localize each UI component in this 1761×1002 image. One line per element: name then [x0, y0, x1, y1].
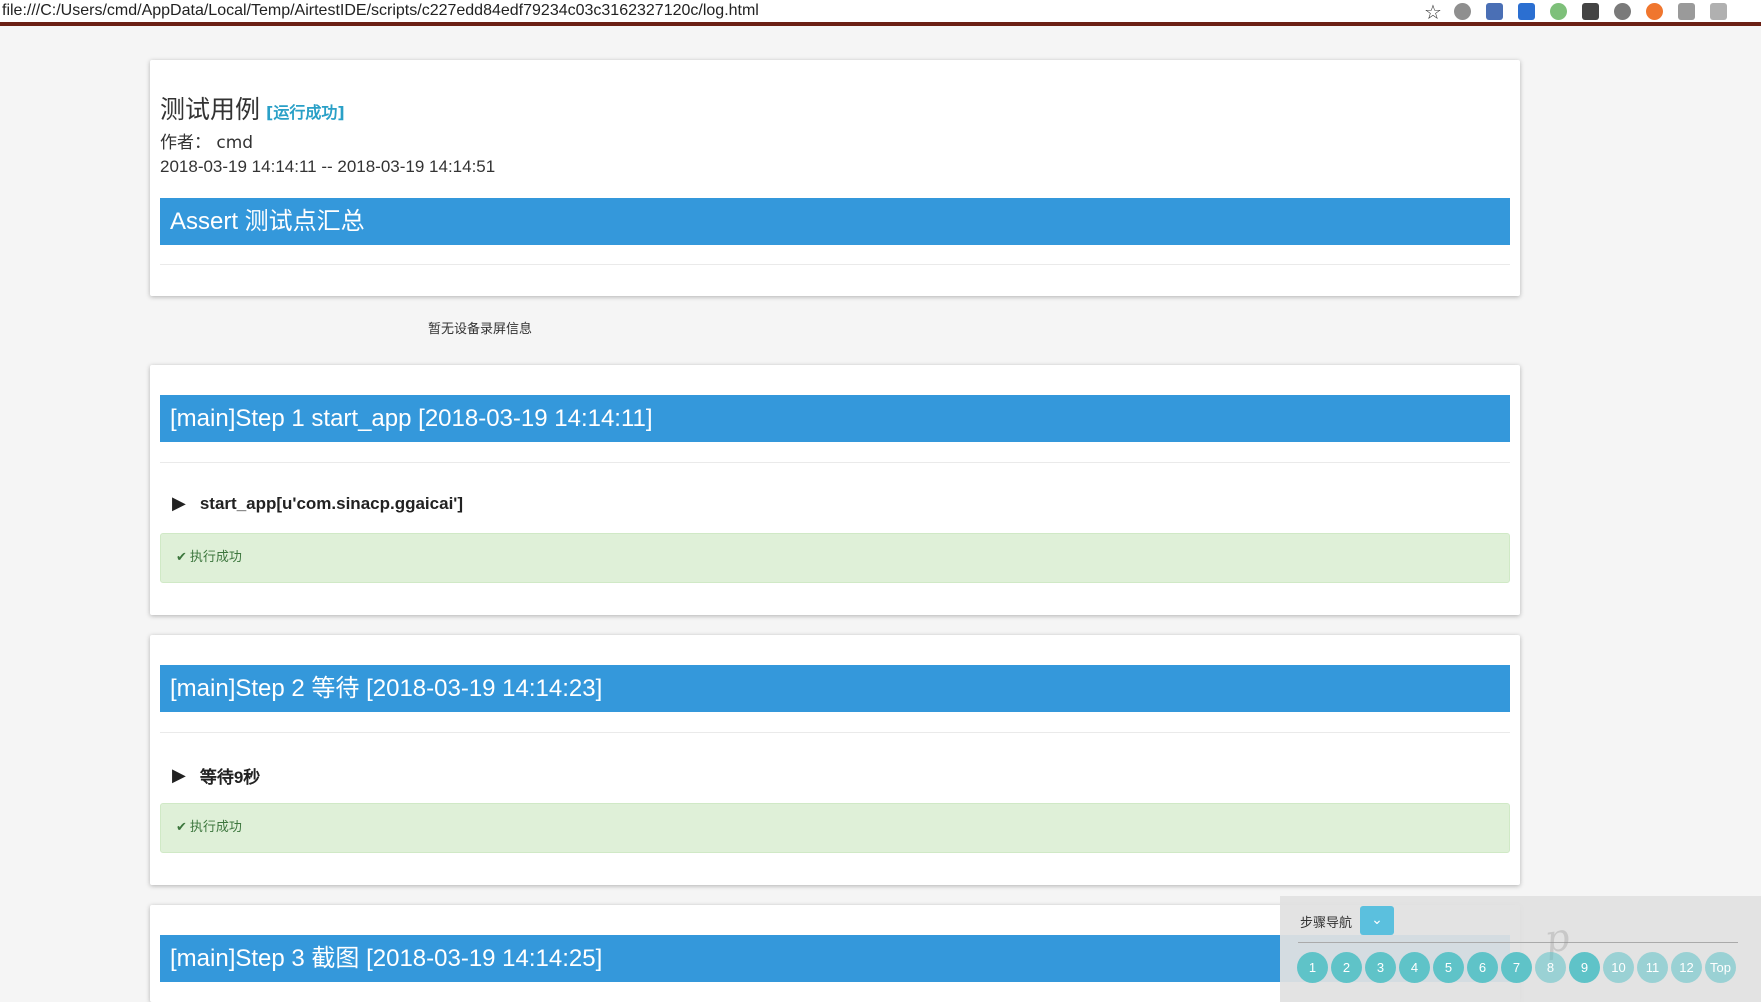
star-icon[interactable]: ☆ — [1424, 0, 1442, 24]
page-title: 测试用例 [运行成功] — [160, 90, 345, 126]
ext-blue-icon[interactable] — [1486, 3, 1503, 20]
success-text: 执行成功 — [189, 820, 242, 835]
nav-step-5[interactable]: 5 — [1433, 952, 1464, 983]
ext-glasses-icon[interactable] — [1582, 3, 1599, 20]
check-icon: ✔ — [176, 820, 187, 835]
nav-step-8[interactable]: 8 — [1535, 952, 1566, 983]
play-triangle-icon: ▶ — [172, 765, 186, 785]
nav-step-3[interactable]: 3 — [1365, 952, 1396, 983]
play-triangle-icon: ▶ — [172, 493, 186, 513]
step-panel-2: [main]Step 2 等待 [2018-03-19 14:14:23] ▶ … — [150, 635, 1520, 885]
step-navigator: 步骤导航 ⌄ p 1 2 3 4 5 6 7 8 9 10 11 12 Top — [1280, 896, 1761, 1002]
divider — [160, 732, 1510, 733]
check-icon: ✔ — [176, 550, 187, 565]
ext-cloud-icon[interactable] — [1614, 3, 1631, 20]
ext-page-icon[interactable] — [1678, 3, 1695, 20]
navigator-label: 步骤导航 — [1300, 916, 1353, 931]
time-range: 2018-03-19 14:14:11 -- 2018-03-19 14:14:… — [160, 157, 496, 176]
browser-address-bar: file:///C:/Users/cmd/AppData/Local/Temp/… — [0, 0, 1761, 26]
step-panel-1: [main]Step 1 start_app [2018-03-19 14:14… — [150, 365, 1520, 615]
success-text: 执行成功 — [189, 550, 242, 565]
nav-step-4[interactable]: 4 — [1399, 952, 1430, 983]
nav-step-10[interactable]: 10 — [1603, 952, 1634, 983]
assert-summary-header: Assert 测试点汇总 — [160, 198, 1510, 245]
status-badge: [运行成功] — [266, 103, 345, 122]
divider — [160, 462, 1510, 463]
ext-orange-icon[interactable] — [1646, 3, 1663, 20]
summary-panel: 测试用例 [运行成功] 作者： cmd 2018-03-19 14:14:11 -… — [150, 60, 1520, 296]
divider — [1298, 942, 1738, 943]
address-url[interactable]: file:///C:/Users/cmd/AppData/Local/Temp/… — [2, 2, 759, 20]
success-alert: ✔ 执行成功 — [160, 533, 1510, 583]
navigator-toggle-button[interactable]: ⌄ — [1360, 906, 1394, 935]
nav-step-12[interactable]: 12 — [1671, 952, 1702, 983]
ext-gray-icon[interactable] — [1454, 3, 1471, 20]
step-toggle[interactable]: ▶ start_app[u'com.sinacp.ggaicai'] — [172, 493, 463, 514]
nav-step-9[interactable]: 9 — [1569, 952, 1600, 983]
extension-toolbar — [1454, 3, 1742, 21]
navigator-dots: 1 2 3 4 5 6 7 8 9 10 11 12 Top — [1297, 952, 1739, 983]
step-header: [main]Step 2 等待 [2018-03-19 14:14:23] — [160, 665, 1510, 712]
nav-step-11[interactable]: 11 — [1637, 952, 1668, 983]
step-toggle[interactable]: ▶ 等待9秒 — [172, 763, 260, 788]
ext-green-icon[interactable] — [1550, 3, 1567, 20]
test-case-title: 测试用例 — [160, 95, 261, 124]
step-title: start_app[u'com.sinacp.ggaicai'] — [199, 493, 463, 513]
step-header: [main]Step 1 start_app [2018-03-19 14:14… — [160, 395, 1510, 442]
ext-word-icon[interactable] — [1518, 3, 1535, 20]
success-alert: ✔ 执行成功 — [160, 803, 1510, 853]
nav-step-1[interactable]: 1 — [1297, 952, 1328, 983]
nav-top[interactable]: Top — [1705, 952, 1736, 983]
nav-step-7[interactable]: 7 — [1501, 952, 1532, 983]
author-line: 作者： cmd — [160, 133, 254, 153]
divider — [160, 264, 1510, 265]
ext-chat-icon[interactable] — [1710, 3, 1727, 20]
chevron-down-icon: ⌄ — [1371, 912, 1383, 928]
no-record-notice: 暂无设备录屏信息 — [428, 322, 533, 337]
nav-step-6[interactable]: 6 — [1467, 952, 1498, 983]
step-title: 等待9秒 — [199, 768, 261, 787]
nav-step-2[interactable]: 2 — [1331, 952, 1362, 983]
